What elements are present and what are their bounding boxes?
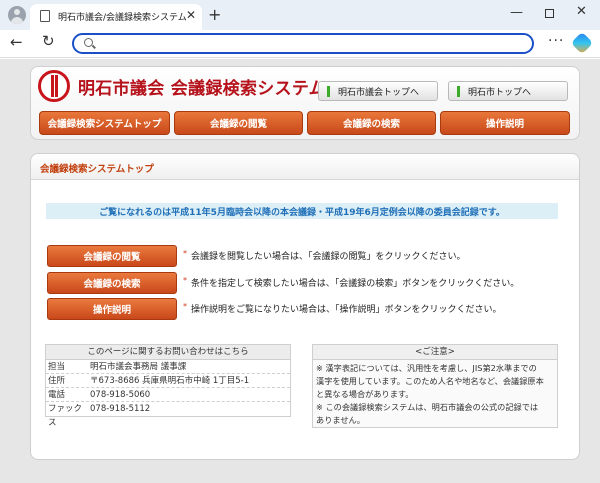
council-top-link[interactable]: 明石市議会トップへ [318, 81, 438, 101]
site-title: 明石市議会 会議録検索システム [78, 79, 326, 99]
contact-label: 住所 [48, 376, 66, 386]
coverage-notice: ご覧になれるのは平成11年5月臨時会以降の本会議録・平成19年6月定例会以降の委… [46, 203, 558, 219]
search-records-button[interactable]: 会議録の検索 [47, 272, 177, 294]
search-description: * 条件を指定して検索したい場合は、「会議録の検索」ボタンをクリックください。 [183, 276, 519, 289]
contact-label: ファックス [48, 404, 83, 428]
search-description-text: 条件を指定して検索したい場合は、「会議録の検索」ボタンをクリックください。 [191, 279, 520, 289]
city-top-link[interactable]: 明石市トップへ [448, 81, 568, 101]
address-bar-input[interactable] [72, 33, 534, 54]
tab-title: 明石市議会/会議録検索システム [58, 13, 187, 23]
minimize-icon[interactable]: — [510, 5, 523, 20]
table-row: 担当 明石市議会事務局 議事課 [46, 360, 290, 374]
nav-browse-button[interactable]: 会議録の閲覧 [174, 111, 303, 135]
browse-description: * 会議録を閲覧したい場合は、「会議録の閲覧」をクリックください。 [183, 249, 466, 262]
help-button[interactable]: 操作説明 [47, 298, 177, 320]
reload-icon[interactable]: ↻ [42, 32, 55, 50]
more-menu-icon[interactable]: ··· [548, 33, 564, 49]
asterisk-mark: * [183, 302, 187, 311]
nav-help-button[interactable]: 操作説明 [440, 111, 570, 135]
nav-system-top-button[interactable]: 会議録検索システムトップ [39, 111, 170, 135]
caution-line: 漢字を使用しています。このため人名や地名など、会議録原本 [316, 376, 544, 386]
asterisk-mark: * [183, 276, 187, 285]
search-icon [84, 38, 93, 47]
green-bar-icon [327, 85, 330, 97]
help-description: * 操作説明をご覧になりたい場合は、「操作説明」ボタンをクリックください。 [183, 302, 502, 315]
tab-close-icon[interactable]: ✕ [186, 8, 196, 22]
council-top-link-label: 明石市議会トップへ [338, 87, 420, 98]
contact-table: このページに関するお問い合わせはこちら 担当 明石市議会事務局 議事課 住所 〒… [45, 344, 291, 428]
caution-line: と異なる場合があります。 [316, 389, 414, 399]
contact-label: 担当 [48, 362, 66, 372]
contact-value: 〒673-8686 兵庫県明石市中崎 1丁目5-1 [90, 376, 250, 386]
caution-line: ※ この会議録検索システムは、明石市議会の公式の記録では [316, 402, 539, 412]
table-row: 電話 078-918-5060 [46, 388, 290, 402]
contact-value: 078-918-5112 [90, 404, 151, 414]
caution-heading: <ご注意> [313, 345, 557, 360]
browse-description-text: 会議録を閲覧したい場合は、「会議録の閲覧」をクリックください。 [191, 252, 466, 262]
contact-label: 電話 [48, 390, 66, 400]
contact-value: 078-918-5060 [90, 390, 151, 400]
asterisk-mark: * [183, 249, 187, 258]
city-emblem-logo [38, 70, 70, 102]
green-bar-icon [457, 85, 460, 97]
nav-search-button[interactable]: 会議録の検索 [307, 111, 436, 135]
help-description-text: 操作説明をご覧になりたい場合は、「操作説明」ボタンをクリックください。 [191, 305, 502, 315]
maximize-icon[interactable] [545, 9, 554, 18]
window-close-icon[interactable]: ✕ [576, 4, 587, 19]
caution-line: ※ 漢字表記については、汎用性を考慮し、JIS第2水準までの [316, 363, 537, 373]
panel-title: 会議録検索システムトップ [40, 164, 154, 175]
profile-avatar-icon[interactable] [8, 6, 26, 24]
contact-heading: このページに関するお問い合わせはこちら [46, 345, 290, 360]
page-icon [40, 10, 50, 22]
caution-body: ※ 漢字表記については、汎用性を考慮し、JIS第2水準までの 漢字を使用していま… [313, 360, 557, 429]
table-row: 住所 〒673-8686 兵庫県明石市中崎 1丁目5-1 [46, 374, 290, 388]
caution-line: ありません。 [316, 415, 365, 425]
contact-value: 明石市議会事務局 議事課 [90, 362, 187, 372]
city-top-link-label: 明石市トップへ [468, 87, 532, 98]
new-tab-icon[interactable]: + [208, 5, 221, 24]
table-row: ファックス 078-918-5112 [46, 402, 290, 428]
back-arrow-icon[interactable]: ← [10, 33, 23, 51]
browse-records-button[interactable]: 会議録の閲覧 [47, 245, 177, 267]
caution-box: <ご注意> ※ 漢字表記については、汎用性を考慮し、JIS第2水準までの 漢字を… [312, 344, 558, 428]
